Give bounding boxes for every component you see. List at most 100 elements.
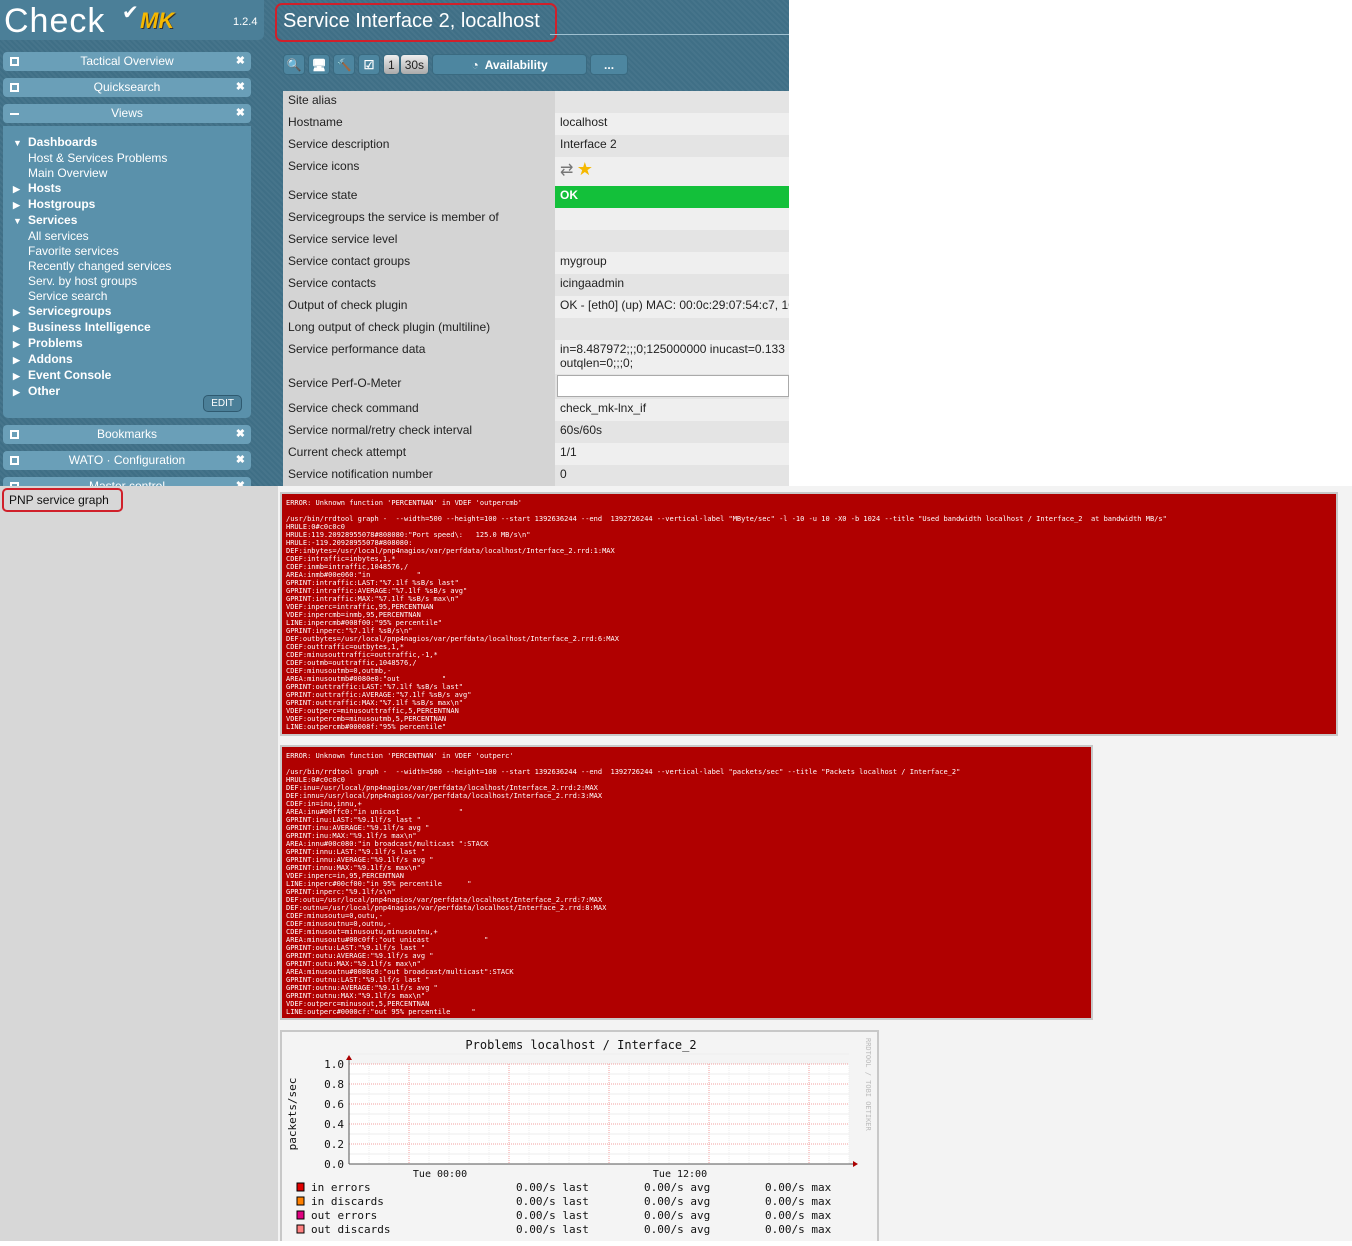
- x-tick-label: Tue 12:00: [653, 1169, 707, 1180]
- info-row: Service description Interface 2: [283, 135, 789, 157]
- views-link[interactable]: Favorite services: [13, 244, 251, 259]
- y-tick-label: 0.0: [324, 1158, 344, 1171]
- info-label: Service description: [283, 135, 555, 157]
- close-icon[interactable]: ✖: [236, 451, 245, 470]
- info-cell: OK: [555, 186, 789, 208]
- info-row: Service state OK: [283, 186, 789, 208]
- views-folder-label: Problems: [28, 336, 83, 350]
- problems-graph-svg: 0.0 0.2 0.4 0.6 0.8 1.0 Tue 00:00 Tue 12:00 Prob…: [286, 1038, 872, 1236]
- legend-avg: 0.00/s avg: [644, 1195, 710, 1208]
- views-folder-label: Hosts: [28, 181, 62, 195]
- info-label: Site alias: [283, 91, 555, 113]
- info-cell: check_mk-lnx_if: [555, 399, 789, 421]
- snapin-header[interactable]: Views ✖: [3, 104, 251, 123]
- maximize-icon[interactable]: [10, 57, 19, 66]
- views-folder-label: Other: [28, 384, 61, 398]
- checkbox-icon[interactable]: ☑: [358, 54, 380, 75]
- views-folder[interactable]: ▼ Dashboards: [13, 135, 251, 151]
- info-value: icingaadmin: [560, 276, 625, 290]
- info-row: Current check attempt 1/1: [283, 443, 789, 465]
- views-folder[interactable]: ▶ Hostgroups: [13, 197, 251, 213]
- info-cell: [555, 208, 789, 230]
- views-snapin: ▼ Dashboards Host & Services Problems Main …: [3, 126, 251, 418]
- snapin-header[interactable]: Bookmarks ✖: [3, 425, 251, 444]
- more-button[interactable]: ...: [590, 54, 629, 75]
- refresh-count[interactable]: 1: [383, 54, 400, 75]
- minimize-icon[interactable]: [10, 113, 19, 122]
- triangle-right-icon: ▶: [13, 387, 20, 397]
- refresh-arrows-icon[interactable]: ⇄: [560, 162, 573, 179]
- page-title: Service Interface 2, localhost: [275, 3, 557, 42]
- info-cell: ⇄ ★: [555, 157, 789, 186]
- hammer-icon[interactable]: 🔨: [333, 54, 355, 75]
- availability-button[interactable]: ◔ Availability: [432, 54, 588, 75]
- views-folder[interactable]: ▶ Event Console: [13, 368, 251, 384]
- views-folder[interactable]: ▶ Business Intelligence: [13, 320, 251, 336]
- views-link[interactable]: All services: [13, 229, 251, 244]
- info-cell: OK - [eth0] (up) MAC: 00:0c:29:07:54:c7,…: [555, 296, 789, 318]
- info-value-2: outqlen=0;;;0;: [560, 356, 634, 370]
- info-label: Service service level: [283, 230, 555, 252]
- checkmk-logo[interactable]: Check ✔ MK 1.2.4: [0, 0, 264, 40]
- info-label: Servicegroups the service is member of: [283, 208, 555, 230]
- views-link[interactable]: Main Overview: [13, 166, 251, 181]
- views-folder[interactable]: ▶ Servicegroups: [13, 304, 251, 320]
- views-folder[interactable]: ▶ Addons: [13, 352, 251, 368]
- views-folder-label: Event Console: [28, 368, 112, 382]
- triangle-right-icon: ▶: [13, 307, 20, 317]
- info-label: Current check attempt: [283, 443, 555, 465]
- views-folder-label: Dashboards: [28, 135, 98, 149]
- close-icon[interactable]: ✖: [236, 52, 245, 71]
- views-folder[interactable]: ▶ Hosts: [13, 181, 251, 197]
- info-value: localhost: [560, 115, 608, 129]
- close-icon[interactable]: ✖: [236, 78, 245, 97]
- snapin-header[interactable]: WATO · Configuration ✖: [3, 451, 251, 470]
- legend-max: 0.00/s max: [765, 1223, 832, 1236]
- edit-button[interactable]: EDIT: [203, 395, 242, 412]
- maximize-icon[interactable]: [10, 430, 19, 439]
- views-folder[interactable]: ▶ Problems: [13, 336, 251, 352]
- info-cell: [555, 91, 789, 113]
- close-icon[interactable]: ✖: [236, 104, 245, 123]
- legend-swatch: [296, 1196, 305, 1206]
- star-icon[interactable]: ★: [577, 159, 593, 179]
- pnp-sidebar: PNP service graph: [0, 486, 278, 1241]
- info-value: check_mk-lnx_if: [560, 401, 647, 415]
- problems-graph[interactable]: 0.0 0.2 0.4 0.6 0.8 1.0 Tue 00:00 Tue 12:00 Prob…: [280, 1030, 879, 1241]
- views-link[interactable]: Serv. by host groups: [13, 274, 251, 289]
- views-folder[interactable]: ▼ Services: [13, 213, 251, 229]
- close-icon[interactable]: ✖: [236, 425, 245, 444]
- info-row: Service performance data in=8.487972;;;0;…: [283, 340, 789, 374]
- triangle-right-icon: ▶: [13, 355, 20, 365]
- search-icon[interactable]: 🔍: [283, 54, 305, 75]
- y-tick-label: 0.2: [324, 1138, 344, 1151]
- legend-last: 0.00/s last: [516, 1195, 589, 1208]
- legend-swatch: [296, 1224, 305, 1234]
- host-service-icon[interactable]: 🖥: [308, 54, 330, 75]
- info-cell: [555, 318, 789, 340]
- views-folder-label: Servicegroups: [28, 304, 112, 318]
- triangle-right-icon: ▶: [13, 184, 20, 194]
- rrdtool-watermark: RRDTOOL / TOBI OETIKER: [864, 1038, 872, 1132]
- views-link[interactable]: Recently changed services: [13, 259, 251, 274]
- maximize-icon[interactable]: [10, 456, 19, 465]
- snapin-header[interactable]: Tactical Overview ✖: [3, 52, 251, 71]
- info-row: Service contact groups mygroup: [283, 252, 789, 274]
- info-value: Interface 2: [560, 137, 617, 151]
- graph-title: Problems localhost / Interface_2: [465, 1038, 696, 1052]
- views-link[interactable]: Host & Services Problems: [13, 151, 251, 166]
- info-label: Service normal/retry check interval: [283, 421, 555, 443]
- snapin-header[interactable]: Quicksearch ✖: [3, 78, 251, 97]
- info-label: Service state: [283, 186, 555, 208]
- snapin-title: WATO · Configuration: [68, 453, 186, 467]
- pnp-service-graph-label: PNP service graph: [2, 488, 123, 512]
- y-axis-arrow: [346, 1055, 352, 1060]
- x-axis-arrow: [853, 1161, 858, 1167]
- views-link[interactable]: Service search: [13, 289, 251, 304]
- info-cell: Interface 2: [555, 135, 789, 157]
- refresh-interval-button[interactable]: 30s: [399, 54, 430, 75]
- info-row: Service Perf-O-Meter: [283, 374, 789, 399]
- title-underline: [550, 34, 789, 35]
- maximize-icon[interactable]: [10, 83, 19, 92]
- top-frame: Check ✔ MK 1.2.4 Tactical Overview ✖ Quick…: [0, 0, 789, 496]
